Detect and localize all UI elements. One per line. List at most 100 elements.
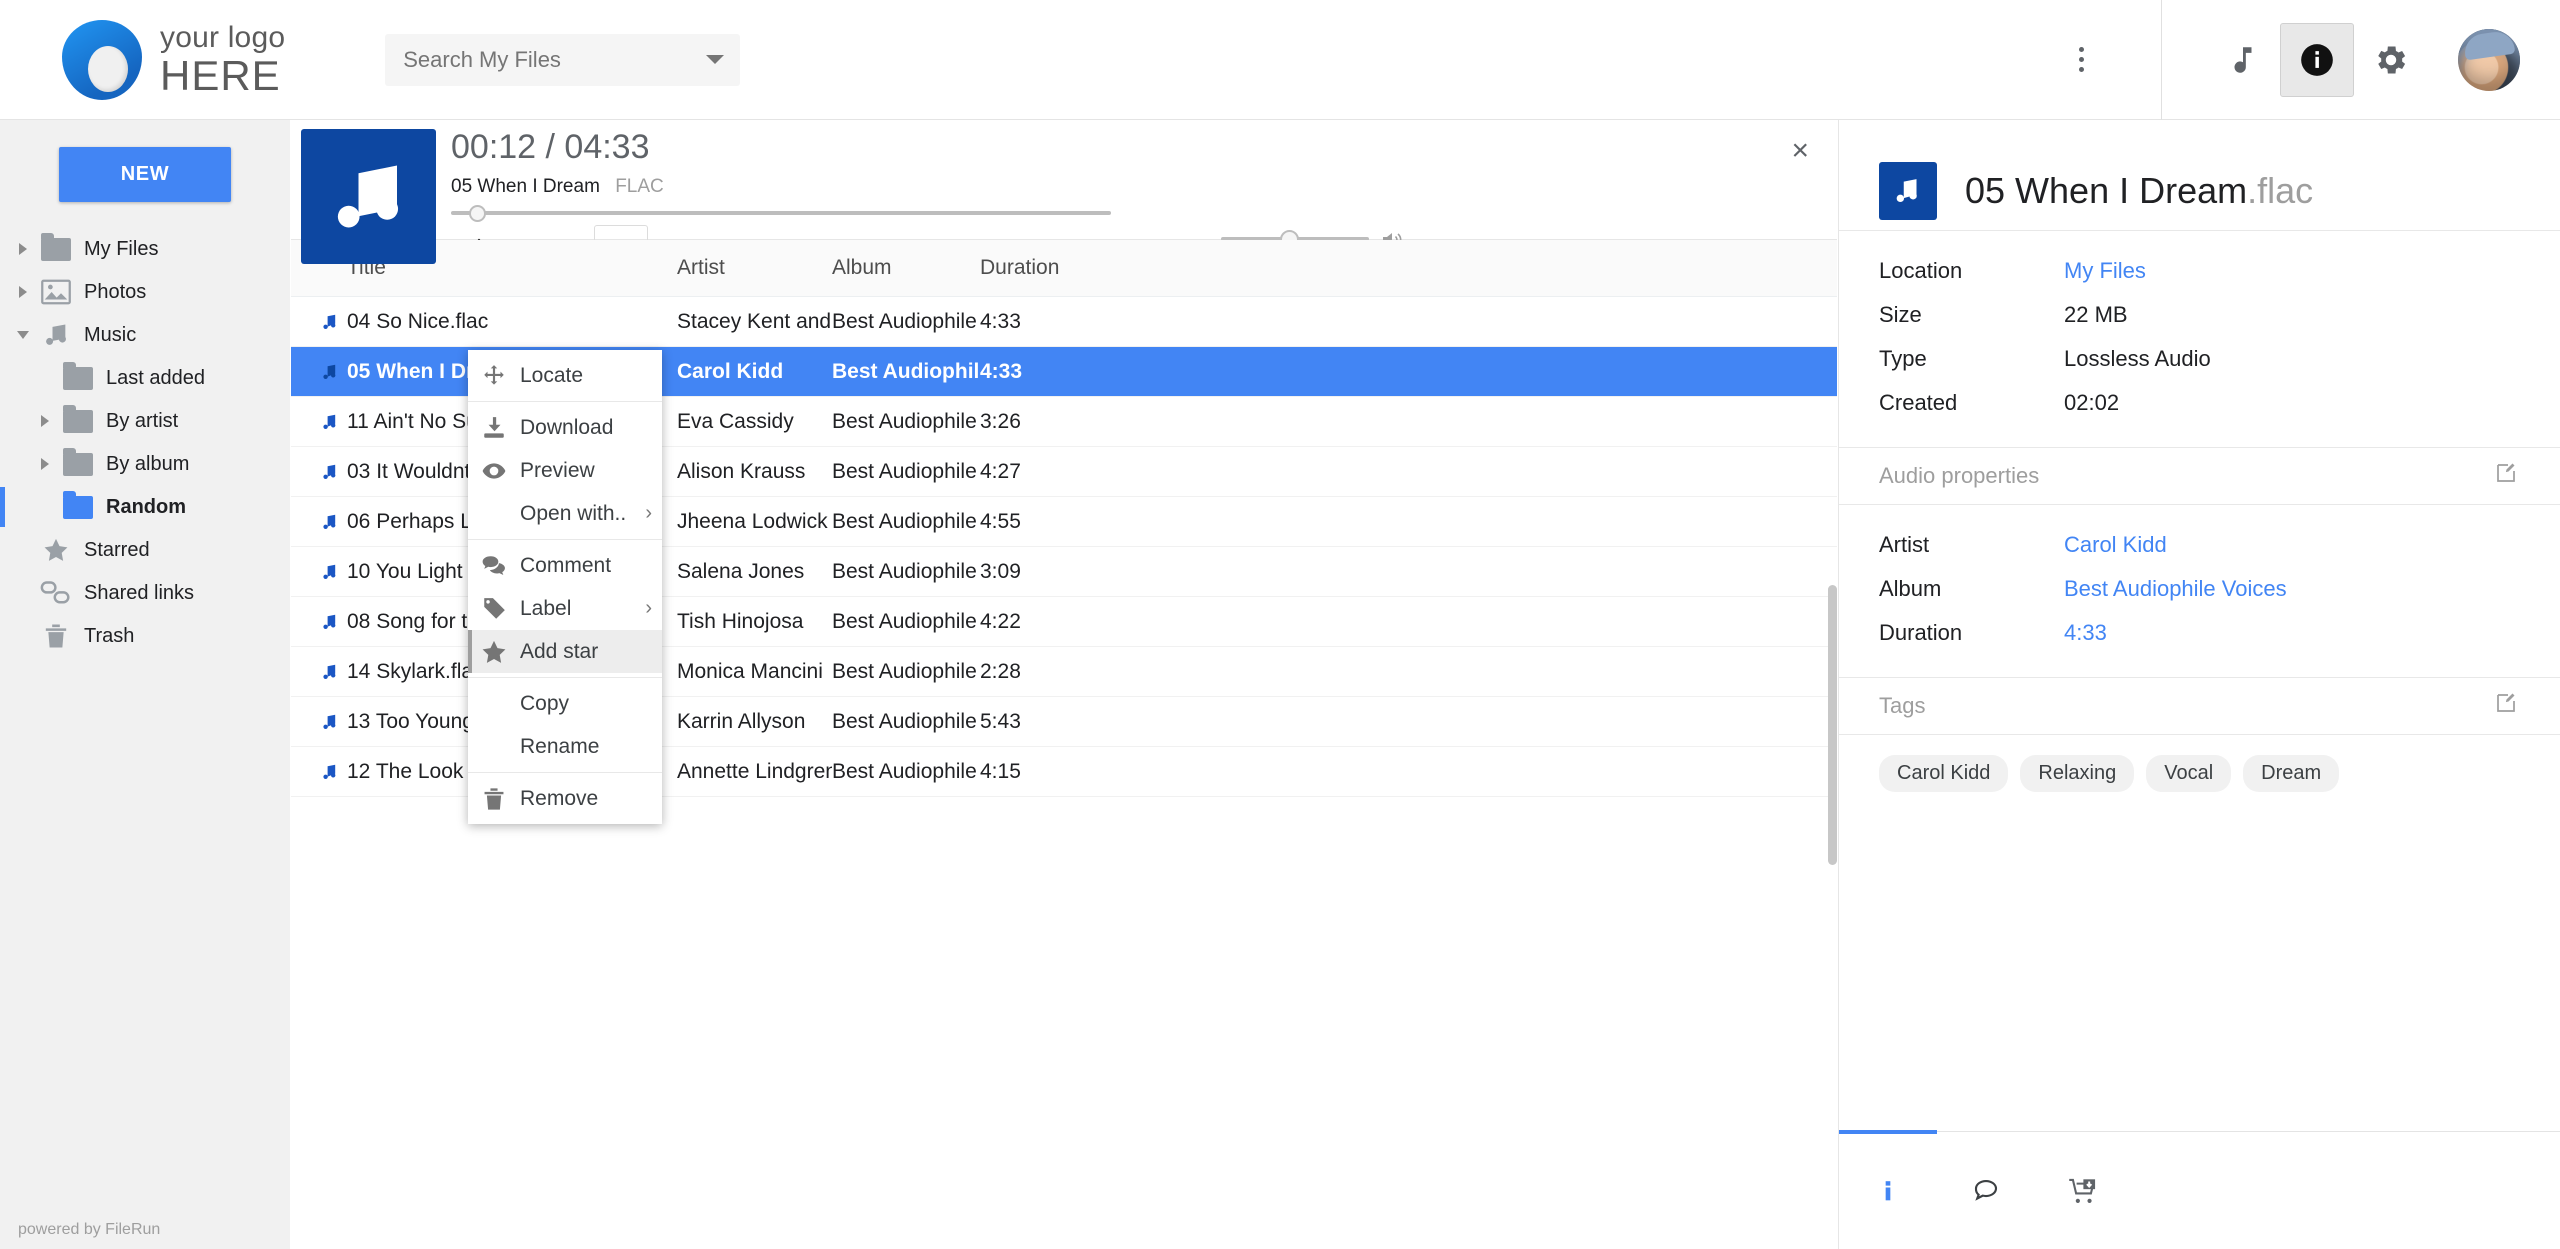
sidebar-item-photos[interactable]: Photos [0,275,290,309]
context-menu-item-rename[interactable]: Rename [468,725,662,768]
details-file-basename: 05 When I Dream [1965,170,2248,211]
details-file-name: 05 When I Dream.flac [1965,170,2313,212]
music-note-icon [291,510,347,534]
music-note-icon [34,321,78,349]
sidebar-item-by-artist[interactable]: By artist [0,404,290,438]
cell-artist: Karrin Allyson [677,709,806,733]
detail-key: Type [1879,346,1927,371]
app-logo[interactable]: your logo HERE [62,19,285,100]
context-menu-item-open-with[interactable]: Open with.. › [468,492,662,535]
tag-chip[interactable]: Vocal [2146,755,2232,792]
column-header-artist[interactable]: Artist [677,256,832,280]
divider [468,401,662,402]
sidebar-item-by-album[interactable]: By album [0,447,290,481]
cell-artist: Salena Jones [677,559,805,583]
scrollbar-thumb[interactable] [1828,585,1837,865]
detail-value-link[interactable]: My Files [2064,258,2146,284]
column-header-album[interactable]: Album [832,256,980,280]
music-note-icon [291,710,347,734]
search-input[interactable]: Search My Files [385,33,741,86]
chevron-right-icon[interactable] [34,415,56,427]
chevron-right-icon[interactable]: › [645,502,652,525]
sidebar-item-music[interactable]: Music [0,318,290,352]
context-menu-item-label[interactable]: Label › [468,587,662,630]
sidebar-item-trash[interactable]: Trash [0,619,290,653]
seek-handle[interactable] [469,205,487,222]
detail-key: Created [1879,390,1958,415]
sidebar-item-label: Photos [84,280,147,303]
gear-icon[interactable] [2354,23,2428,97]
sidebar-item-random[interactable]: Random [0,487,290,527]
tab-download-cart[interactable] [2035,1132,2133,1249]
music-note-icon[interactable] [2206,23,2280,97]
folder-icon-blue [56,490,100,519]
table-row[interactable]: 04 So Nice.flac Stacey Kent and... Best Au… [291,297,1837,347]
info-icon[interactable] [2280,22,2354,97]
context-menu-item-add-star[interactable]: Add star [468,630,662,673]
cell-album: Best Audiophile ... [832,609,980,633]
overflow-menu-button[interactable] [2049,47,2113,72]
edit-icon[interactable] [2494,691,2518,721]
sidebar-item-label: Random [106,495,186,518]
tab-info[interactable] [1839,1129,1937,1249]
cell-album: Best Audiophile ... [832,359,980,383]
folder-icon [56,404,100,433]
tag-chip[interactable]: Relaxing [2020,755,2135,792]
context-menu-item-label: Copy [520,691,570,715]
star-icon [34,536,78,564]
context-menu-item-label: Download [520,415,614,439]
chevron-right-icon[interactable] [12,243,34,255]
trash-icon [34,622,78,650]
music-note-icon [291,460,347,484]
context-menu-item-comment[interactable]: Comment [468,544,662,587]
section-title: Tags [1879,693,1926,718]
context-menu-item-locate[interactable]: Locate [468,354,662,397]
sidebar-item-last-added[interactable]: Last added [0,361,290,395]
cell-artist: Carol Kidd [677,359,784,383]
folder-icon [56,447,100,476]
cell-album: Best Audiophile ... [832,759,980,783]
context-menu-item-label: Label [520,596,572,620]
chevron-right-icon[interactable] [12,286,34,298]
tag-chip[interactable]: Carol Kidd [1879,755,2009,792]
cell-artist: Eva Cassidy [677,409,794,433]
audio-row-artist: Artist Carol Kidd [1839,523,2560,567]
tag-chip[interactable]: Dream [2243,755,2340,792]
sidebar-item-label: Starred [84,538,150,561]
cell-title: 04 So Nice.flac [347,309,489,333]
edit-icon[interactable] [2494,461,2518,491]
details-row-location: Location My Files [1839,249,2560,293]
new-button[interactable]: NEW [59,147,231,202]
music-note-icon [291,560,347,584]
context-menu-item-label: Add star [520,639,599,663]
context-menu-item-download[interactable]: Download [468,406,662,449]
sidebar-item-my-files[interactable]: My Files [0,232,290,266]
avatar[interactable] [2458,28,2520,91]
close-player-button[interactable]: × [1791,136,1809,166]
sidebar-item-shared-links[interactable]: Shared links [0,576,290,610]
detail-value-link[interactable]: 4:33 [2064,620,2107,646]
sidebar-item-starred[interactable]: Starred [0,533,290,567]
list-scrollbar[interactable] [1828,297,1837,1249]
column-header-duration[interactable]: Duration [980,256,1100,280]
seek-slider[interactable] [451,205,1111,222]
trash-icon [468,786,520,812]
chevron-right-icon[interactable]: › [645,597,652,620]
cell-album: Best Audiophile ... [832,659,980,683]
context-menu-item-label: Locate [520,363,584,387]
audio-properties-list: Artist Carol Kidd Album Best Audiophile … [1839,505,2560,677]
logo-line-2: HERE [160,51,281,99]
chevron-down-icon[interactable] [706,55,725,64]
tab-comments[interactable] [1937,1132,2035,1249]
chevron-right-icon[interactable] [34,458,56,470]
chevron-down-icon[interactable] [12,331,34,339]
detail-value: 02:02 [2064,390,2120,415]
detail-value-link[interactable]: Carol Kidd [2064,532,2167,558]
detail-value-link[interactable]: Best Audiophile Voices [2064,576,2287,602]
context-menu-item-label: Rename [520,734,600,758]
context-menu-item-remove[interactable]: Remove [468,777,662,820]
context-menu-item-copy[interactable]: Copy [468,682,662,725]
music-note-icon [291,410,347,434]
divider [468,772,662,773]
context-menu-item-preview[interactable]: Preview [468,449,662,492]
